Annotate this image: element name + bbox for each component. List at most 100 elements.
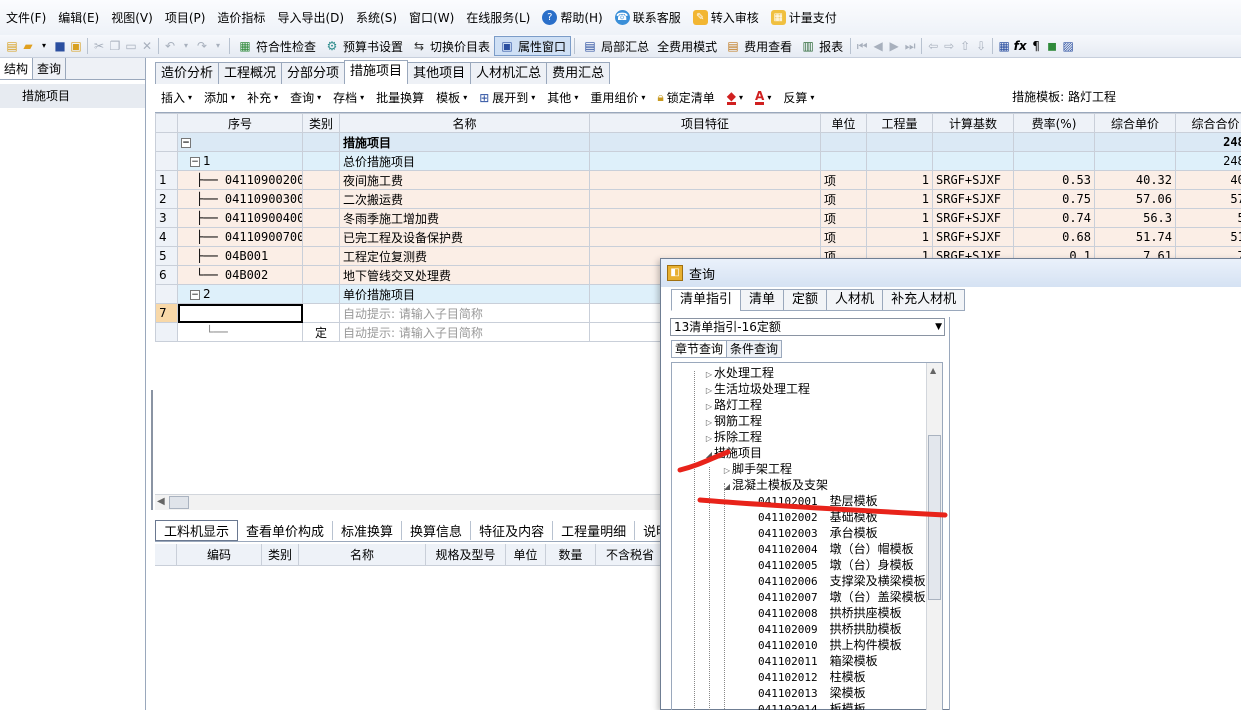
tree-node[interactable]: ▷ 路灯工程 [672,397,927,413]
insert-menu[interactable]: 插入 ▾ [155,89,198,106]
scroll-up-icon[interactable]: ▲ [930,366,936,375]
menu-window[interactable]: 窗口(W) [403,9,460,26]
scroll-left-icon[interactable]: ◀ [157,496,165,507]
total-cell[interactable]: 248. [1175,151,1241,171]
tab-condition-query[interactable]: 条件查询 [726,340,783,358]
header-tax-excl[interactable]: 不含税省 [596,544,665,565]
seq-cell[interactable]: −2 [177,284,303,304]
price-cell[interactable]: 51.74 [1094,227,1176,247]
header-unit[interactable]: 单位 [506,544,546,565]
collapse-icon[interactable]: − [190,289,200,300]
qty-cell[interactable] [866,132,933,152]
collapse-icon[interactable]: − [190,156,200,167]
calculator-icon[interactable]: ▦ [996,38,1012,54]
cut-icon[interactable]: ✂ [91,38,107,54]
arrow-up-icon[interactable]: ⇧ [957,38,973,54]
tree-node[interactable]: 041102005 墩（台）身模板 [672,557,927,573]
switch-price-table-button[interactable]: ⇆ 切换价目表 [407,36,494,56]
rate-cell[interactable]: 0.53 [1013,170,1095,190]
arrow-left-icon[interactable]: ⇦ [925,38,941,54]
name-cell[interactable]: 夜间施工费 [339,170,590,190]
feature-cell[interactable] [589,189,821,209]
tab-conversion-info[interactable]: 换算信息 [402,521,472,540]
rate-cell[interactable] [1013,151,1095,171]
tree-node[interactable]: 041102001 垫层模板 [672,493,927,509]
compliance-check-button[interactable]: ▦ 符合性检查 [233,36,320,56]
add-menu[interactable]: 添加 ▾ [198,89,241,106]
header-base[interactable]: 计算基数 [932,113,1014,133]
tab-unit-price-composition[interactable]: 查看单价构成 [238,521,334,540]
chevron-down-icon[interactable]: ▾ [210,38,226,54]
tab-project-overview[interactable]: 工程概况 [218,62,283,84]
header-unit[interactable]: 单位 [820,113,867,133]
menu-view[interactable]: 视图(V) [105,9,159,26]
tree-node[interactable]: ▷ 钢筋工程 [672,413,927,429]
lock-list-button[interactable]: 🔒︎ 锁定清单 [651,89,720,106]
name-cell[interactable]: 二次搬运费 [339,189,590,209]
unit-cell[interactable] [820,132,867,152]
name-cell[interactable]: 工程定位复测费 [339,246,590,266]
name-cell[interactable]: 总价措施项目 [339,151,590,171]
seq-cell[interactable]: ├── 041109004001 [177,208,303,228]
header-spec[interactable]: 规格及型号 [426,544,506,565]
reverse-calc-menu[interactable]: 反算 ▾ [777,89,820,106]
tree-node[interactable]: 041102004 墩（台）帽模板 [672,541,927,557]
font-color-button[interactable]: A ▾ [749,90,777,105]
local-summary-button[interactable]: ▤ 局部汇总 [578,36,653,56]
tree-node[interactable]: 041102009 拱桥拱肋模板 [672,621,927,637]
feature-cell[interactable] [589,132,821,152]
menu-import-export[interactable]: 导入导出(D) [271,9,350,26]
table-row[interactable]: 1 ├── 041109002001 夜间施工费 项 1 SRGF+SJXF 0… [155,170,1241,190]
header-amount[interactable]: 数量 [546,544,596,565]
header-name[interactable]: 名称 [339,113,590,133]
tab-chapter-query[interactable]: 章节查询 [671,340,728,358]
total-cell[interactable]: 51. [1175,227,1241,247]
menu-online-service[interactable]: 在线服务(L) [460,9,536,26]
rate-cell[interactable]: 0.74 [1013,208,1095,228]
name-cell[interactable]: 地下管线交叉处理费 [339,265,590,285]
header-feature[interactable]: 项目特征 [589,113,821,133]
tree-node[interactable]: 041102012 柱模板 [672,669,927,685]
seq-cell[interactable]: ├── 04B001 [177,246,303,266]
menu-cost-index[interactable]: 造价指标 [211,9,271,26]
total-cell[interactable]: 40. [1175,170,1241,190]
export-icon[interactable]: ▨ [1060,38,1076,54]
tab-structure[interactable]: 结构 [0,58,34,79]
price-cell[interactable] [1094,151,1176,171]
report-button[interactable]: ▥ 报表 [796,36,847,56]
menu-transfer-review[interactable]: ✎ 转入审核 [687,9,765,26]
tree-node[interactable]: 041102002 基础模板 [672,509,927,525]
seq-cell[interactable]: − [177,132,303,152]
seq-cell[interactable]: ├── 041109007001 [177,227,303,247]
type-cell[interactable] [302,265,340,285]
type-cell[interactable] [302,284,340,304]
collapse-icon[interactable]: − [181,137,191,148]
base-cell[interactable]: SRGF+SJXF [932,227,1014,247]
save-icon[interactable]: ■ [52,38,68,54]
name-hint-cell[interactable]: 自动提示: 请输入子目简称 [339,322,590,342]
tree-node[interactable]: 041102006 支撑梁及横梁模板 [672,573,927,589]
total-cell[interactable]: 57. [1175,189,1241,209]
tree-node[interactable]: ◢ 混凝土模板及支架 [672,477,927,493]
archive-menu[interactable]: 存档 ▾ [327,89,370,106]
open-folder-icon[interactable]: ▰ [20,38,36,54]
feature-cell[interactable] [589,170,821,190]
tab-quota[interactable]: 定额 [783,289,828,311]
total-cell[interactable]: 56 [1175,208,1241,228]
formula-icon[interactable]: fx [1012,38,1028,54]
tab-labor-material[interactable]: 人材机 [826,289,884,311]
tree-node[interactable]: 041102011 箱梁模板 [672,653,927,669]
header-qty[interactable]: 工程量 [866,113,933,133]
unit-cell[interactable]: 项 [820,189,867,209]
scroll-thumb[interactable] [169,496,189,509]
tab-other-items[interactable]: 其他项目 [407,62,472,84]
qty-cell[interactable]: 1 [866,227,933,247]
tab-quantity-detail[interactable]: 工程量明细 [553,521,636,540]
tree-node[interactable]: 041102003 承台模板 [672,525,927,541]
tab-features-content[interactable]: 特征及内容 [471,521,554,540]
feature-cell[interactable] [589,208,821,228]
tab-list-guide[interactable]: 清单指引 [671,289,742,311]
qty-cell[interactable]: 1 [866,189,933,209]
menu-edit[interactable]: 编辑(E) [52,9,105,26]
budget-setting-button[interactable]: ⚙ 预算书设置 [320,36,407,56]
